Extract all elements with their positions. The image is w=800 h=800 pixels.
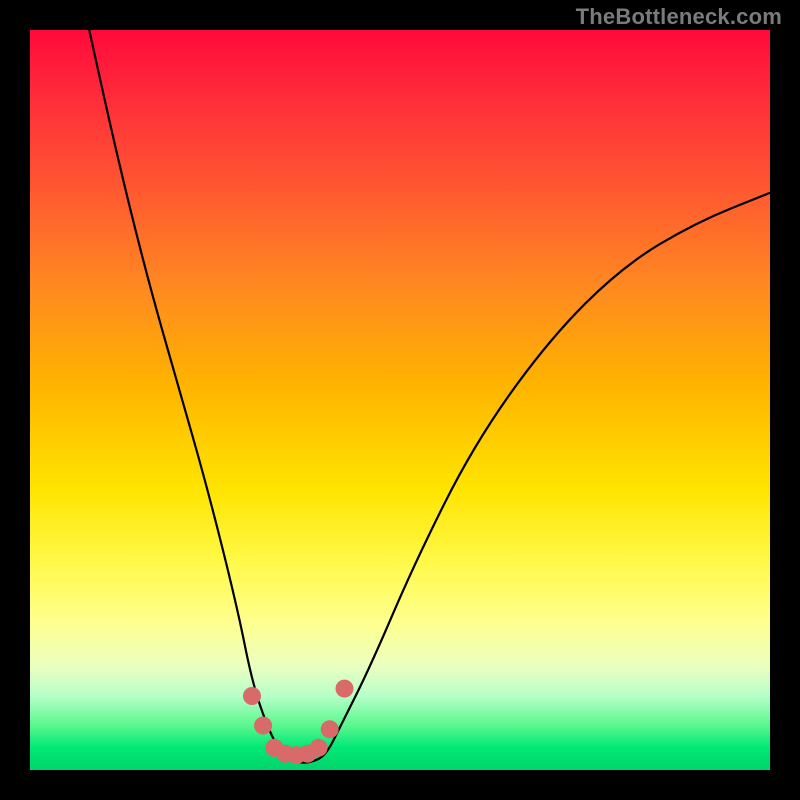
highlight-dot xyxy=(321,720,339,738)
highlight-dot xyxy=(310,739,328,757)
highlight-dots-group xyxy=(243,680,354,765)
highlight-dot xyxy=(336,680,354,698)
highlight-dot xyxy=(254,717,272,735)
bottleneck-curve-svg xyxy=(30,30,770,770)
bottleneck-curve xyxy=(89,30,770,763)
watermark-text: TheBottleneck.com xyxy=(576,4,782,30)
highlight-dot xyxy=(243,687,261,705)
plot-area xyxy=(30,30,770,770)
chart-frame: TheBottleneck.com xyxy=(0,0,800,800)
